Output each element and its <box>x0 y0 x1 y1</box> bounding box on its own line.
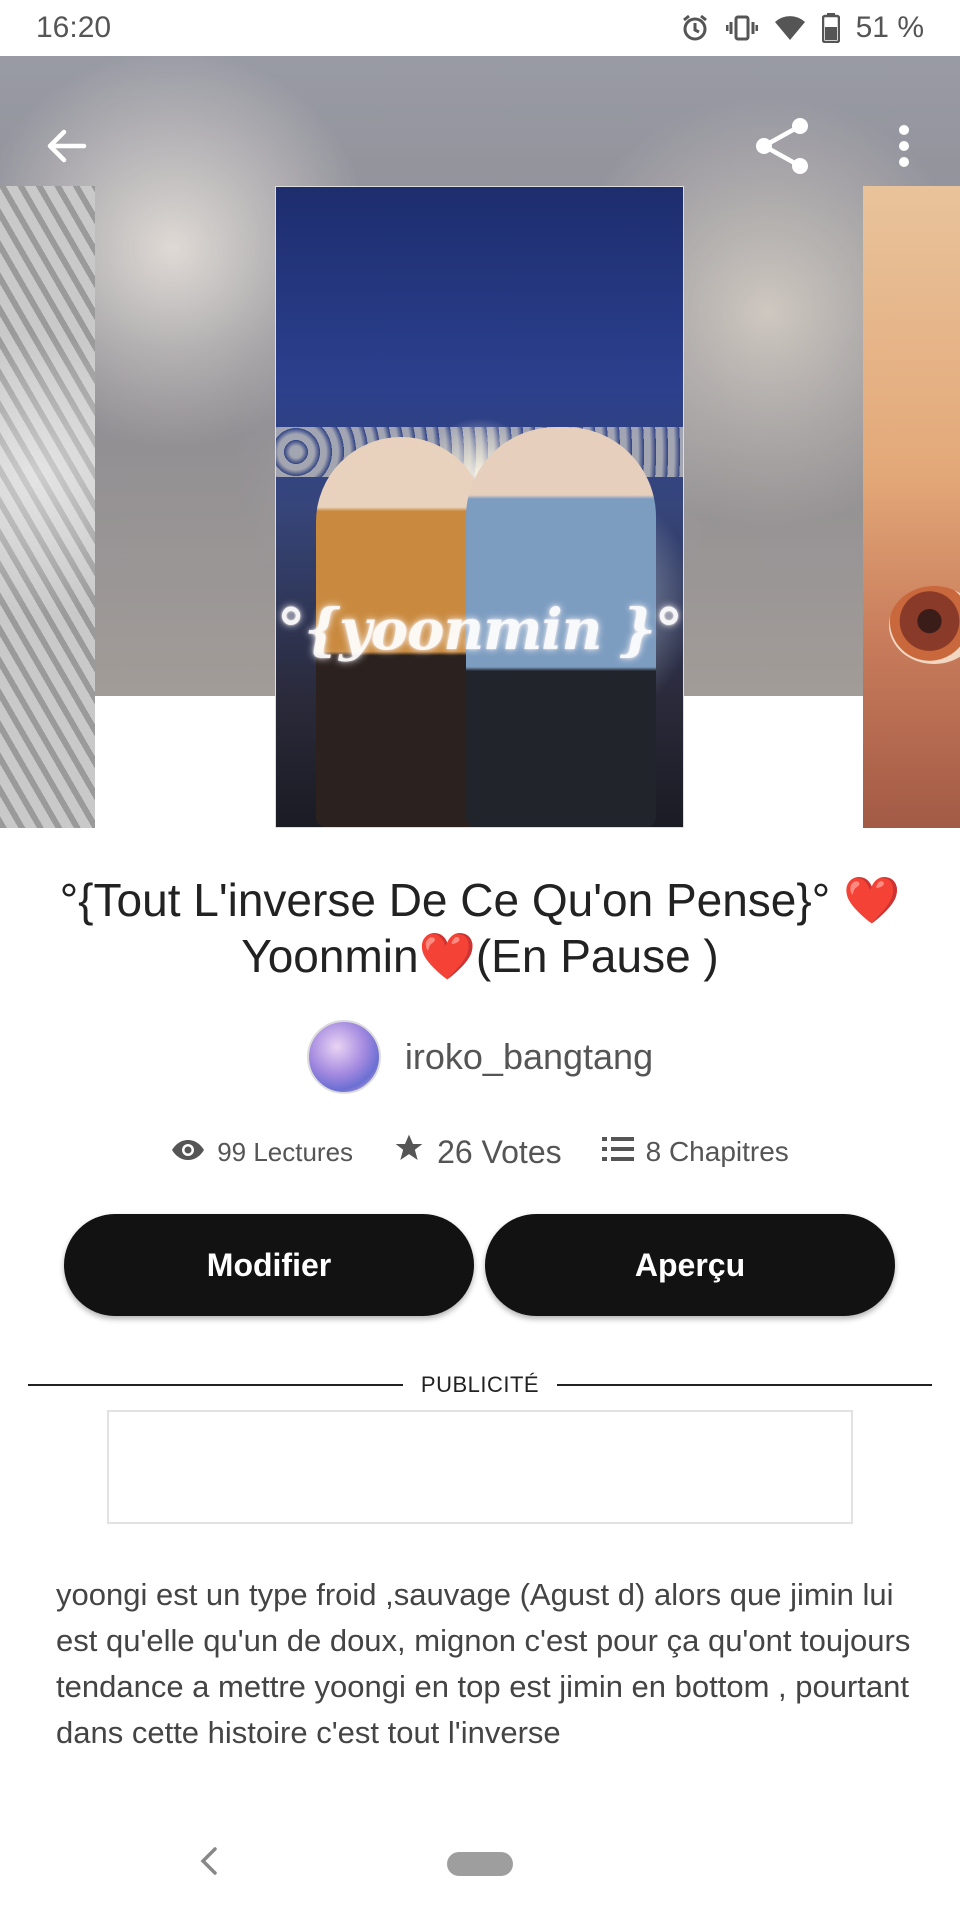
story-description: yoongi est un type froid ,sauvage (Agust… <box>56 1577 911 1750</box>
stat-votes: 26 Votes <box>393 1132 562 1172</box>
nav-back-button[interactable] <box>192 1846 226 1880</box>
heart-emoji: ❤️ <box>842 874 901 926</box>
prev-story-cover[interactable] <box>0 186 95 828</box>
next-story-cover[interactable] <box>863 186 960 828</box>
story-title: °{Tout L'inverse De Ce Qu'on Pense}° ❤️ … <box>40 872 920 984</box>
cover-carousel[interactable]: °{yoonmin }° <box>0 56 960 828</box>
parts-count: 8 Chapitres <box>645 1136 789 1167</box>
votes-count: 26 Votes <box>437 1133 562 1170</box>
stat-reads: 99 Lectures <box>171 1137 353 1168</box>
arrow-left-icon <box>44 124 88 173</box>
avatar[interactable] <box>306 1020 381 1094</box>
nav-home-pill[interactable] <box>447 1852 513 1876</box>
vibrate-icon <box>725 13 758 43</box>
share-button[interactable] <box>752 116 812 181</box>
author-name[interactable]: iroko_bangtang <box>405 1036 653 1078</box>
list-icon <box>601 1136 634 1169</box>
ad-divider: PUBLICITÉ <box>28 1370 933 1400</box>
status-icons: 51 % <box>680 11 924 45</box>
battery-percent: 51 % <box>855 11 924 44</box>
share-icon <box>752 116 812 181</box>
ad-slot[interactable] <box>107 1410 853 1524</box>
eye-icon <box>171 1137 205 1168</box>
divider-line-left <box>28 1384 403 1386</box>
status-time: 16:20 <box>36 11 112 44</box>
story-stats: 99 Lectures 26 Votes 8 Chapitres <box>0 1132 960 1172</box>
battery-icon <box>821 13 840 43</box>
status-bar: 16:20 51 % <box>0 0 960 56</box>
more-options-button[interactable] <box>874 118 934 178</box>
title-text-2: Yoonmin <box>241 930 419 982</box>
author-row[interactable]: iroko_bangtang <box>0 1020 960 1094</box>
next-cover-art <box>889 586 960 664</box>
preview-button[interactable]: Aperçu <box>485 1214 895 1316</box>
reads-count: 99 Lectures <box>217 1136 354 1167</box>
more-vertical-icon <box>896 124 912 173</box>
alarm-icon <box>680 13 710 43</box>
back-button[interactable] <box>36 118 96 178</box>
heart-emoji-2: ❤️ <box>418 930 476 982</box>
ad-label: PUBLICITÉ <box>420 1372 540 1397</box>
edit-button[interactable]: Modifier <box>64 1214 474 1316</box>
stat-parts: 8 Chapitres <box>601 1136 789 1169</box>
chevron-left-icon <box>199 1846 219 1881</box>
title-text-1: °{Tout L'inverse De Ce Qu'on Pense}° <box>59 874 843 926</box>
story-cover[interactable]: °{yoonmin }° <box>275 186 684 828</box>
star-icon <box>393 1132 425 1172</box>
cover-text: °{yoonmin }° <box>277 597 683 663</box>
divider-line-right <box>557 1384 933 1386</box>
title-text-3: (En Pause ) <box>475 930 719 982</box>
wifi-icon <box>774 14 806 42</box>
